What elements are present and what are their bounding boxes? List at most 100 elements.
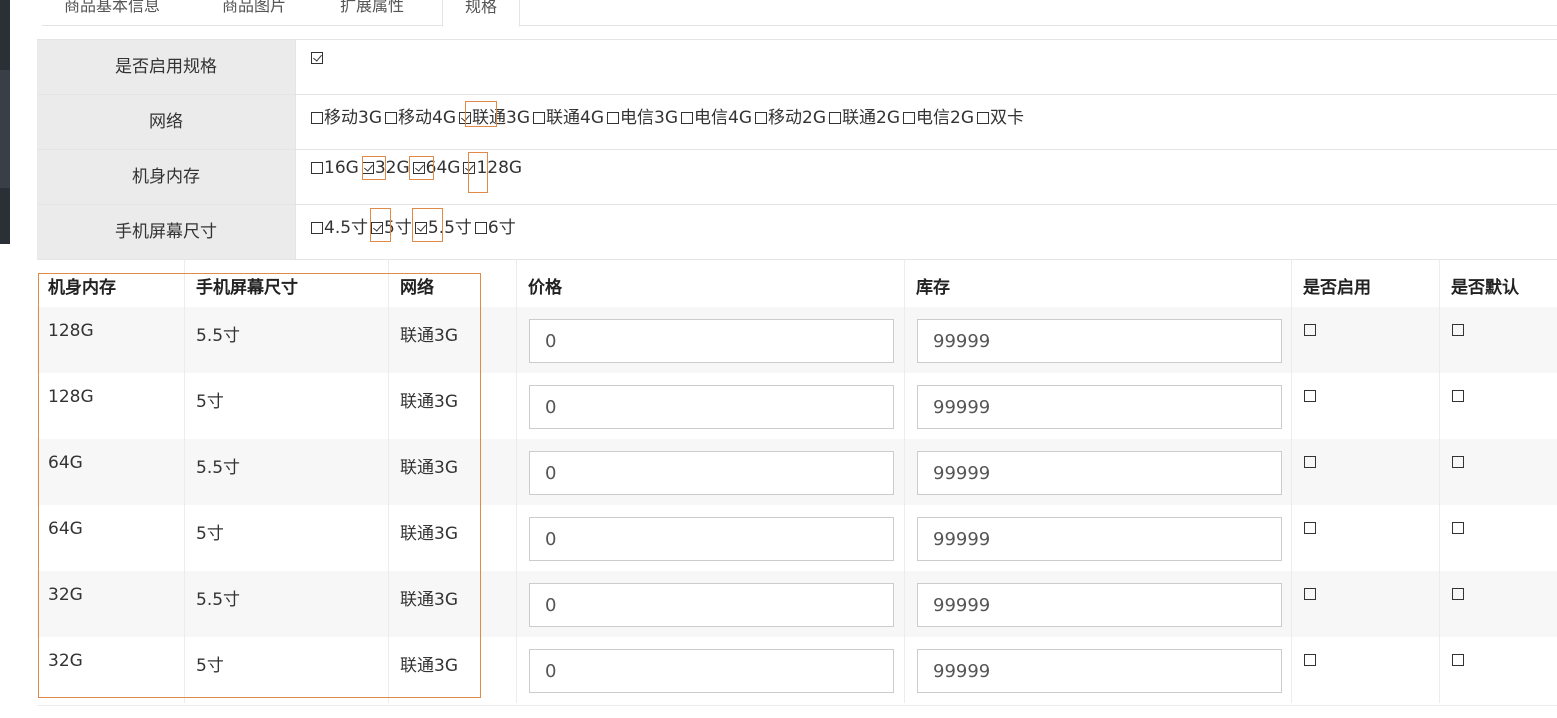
default-checkbox[interactable] [1452, 456, 1464, 468]
spec-option-label: 双卡 [990, 108, 1024, 128]
spec-option-checkbox[interactable] [474, 222, 487, 234]
stock-input[interactable] [917, 583, 1282, 627]
spec-option-label: 5寸 [384, 218, 412, 238]
spec-option[interactable]: 电信3G [607, 103, 678, 128]
spec-option-checkbox[interactable] [412, 162, 425, 174]
enabled-checkbox-cell [1292, 505, 1440, 571]
enabled-checkbox[interactable] [1304, 654, 1316, 666]
spec-option[interactable]: 移动4G [385, 103, 456, 128]
default-checkbox[interactable] [1452, 390, 1464, 402]
cell-network: 联通3G [389, 307, 517, 373]
spec-option[interactable]: 移动3G [311, 103, 382, 128]
price-input[interactable] [529, 451, 894, 495]
spec-option[interactable]: 联通3G [459, 103, 530, 128]
stock-input[interactable] [917, 385, 1282, 429]
tab-basic-info[interactable]: 商品基本信息 [42, 0, 182, 26]
tab-extended-attributes[interactable]: 扩展属性 [318, 0, 426, 26]
spec-option-checkbox[interactable] [385, 112, 397, 124]
spec-option[interactable]: 6寸 [474, 213, 516, 238]
spec-option-checkbox[interactable] [829, 112, 841, 124]
spec-option-checkbox[interactable] [681, 112, 693, 124]
spec-option[interactable]: 移动2G [755, 103, 826, 128]
spec-option-label: 电信2G [916, 108, 974, 128]
spec-row: 手机屏幕尺寸 4.5寸 5寸 5.5寸 6寸 [37, 205, 1557, 260]
spec-option[interactable]: 双卡 [977, 103, 1024, 128]
table-row: 32G 5.5寸 联通3G [37, 571, 1557, 637]
spec-option-checkbox[interactable] [311, 222, 323, 234]
spec-option-checkbox[interactable] [977, 112, 989, 124]
default-checkbox[interactable] [1452, 522, 1464, 534]
enabled-checkbox[interactable] [1304, 324, 1316, 336]
price-input[interactable] [529, 583, 894, 627]
price-input[interactable] [529, 385, 894, 429]
header-stock: 库存 [916, 278, 950, 298]
spec-option-checkbox[interactable] [903, 112, 915, 124]
spec-option[interactable]: 32G [361, 158, 410, 178]
spec-option-checkbox[interactable] [607, 112, 619, 124]
default-checkbox-cell [1440, 637, 1557, 703]
sku-table: 机身内存 手机屏幕尺寸 网络 价格 库存 是否启用 是否默认 128G 5.5寸联… [37, 259, 1557, 703]
spec-option-checkbox[interactable] [414, 222, 427, 234]
spec-option-checkbox[interactable] [311, 112, 323, 124]
enabled-checkbox[interactable] [1304, 456, 1316, 468]
spec-option[interactable]: 5寸 [371, 213, 412, 238]
price-input-cell [517, 439, 905, 505]
spec-row: 网络 移动3G 移动4G 联通3G 联通4G 电信3G 电信4G 移动2G 联通2G 电信2G 双卡 [37, 95, 1557, 150]
default-checkbox-cell [1440, 571, 1557, 637]
spec-option[interactable]: 5.5寸 [414, 213, 472, 238]
spec-option[interactable]: 128G [463, 158, 522, 178]
cell-network-text: 联通3G [400, 590, 458, 610]
table-row: 128G 5.5寸 联通3G [37, 307, 1557, 373]
default-checkbox[interactable] [1452, 654, 1464, 666]
enabled-checkbox-cell [1292, 439, 1440, 505]
spec-option[interactable]: 16G [311, 158, 359, 178]
spec-option-checkbox[interactable] [755, 112, 767, 124]
spec-option-checkbox[interactable] [459, 112, 471, 124]
spec-enable-row: 是否启用规格 [37, 40, 1557, 95]
price-input[interactable] [529, 649, 894, 693]
price-input[interactable] [529, 517, 894, 561]
spec-option-label: 联通2G [842, 108, 900, 128]
stock-input[interactable] [917, 517, 1282, 561]
enabled-checkbox[interactable] [1304, 522, 1316, 534]
stock-input[interactable] [917, 451, 1282, 495]
cell-memory: 64G [37, 505, 185, 571]
spec-option-checkbox[interactable] [533, 112, 545, 124]
table-row: 128G 5寸 联通3G [37, 373, 1557, 439]
cell-screen: 5寸 [185, 373, 389, 439]
spec-option[interactable]: 4.5寸 [311, 213, 368, 238]
spec-option-checkbox[interactable] [463, 162, 476, 174]
spec-row: 机身内存 16G 32G 64G 128G [37, 150, 1557, 205]
cell-network-text: 联通3G [400, 392, 458, 412]
spec-option-label: 移动2G [768, 108, 826, 128]
table-row: 64G 5寸 联通3G [37, 505, 1557, 571]
cell-memory-text: 32G [48, 585, 83, 605]
spec-option[interactable]: 电信4G [681, 103, 752, 128]
cell-memory: 128G [37, 373, 185, 439]
spec-option[interactable]: 电信2G [903, 103, 974, 128]
enabled-checkbox[interactable] [1304, 588, 1316, 600]
stock-input[interactable] [917, 319, 1282, 363]
enabled-checkbox[interactable] [1304, 390, 1316, 402]
spec-enable-checkbox[interactable] [311, 52, 323, 64]
stock-input[interactable] [917, 649, 1282, 693]
spec-option[interactable]: 64G [412, 158, 460, 178]
cell-screen: 5寸 [185, 637, 389, 703]
tab-images[interactable]: 商品图片 [200, 0, 308, 26]
spec-options: 16G 32G 64G 128G [311, 158, 525, 178]
default-checkbox[interactable] [1452, 324, 1464, 336]
cell-network: 联通3G [389, 373, 517, 439]
cell-screen: 5.5寸 [185, 439, 389, 505]
cell-network-text: 联通3G [400, 458, 458, 478]
cell-network: 联通3G [389, 637, 517, 703]
spec-option[interactable]: 联通2G [829, 103, 900, 128]
tab-specifications[interactable]: 规格 [442, 0, 520, 27]
spec-option[interactable]: 联通4G [533, 103, 604, 128]
price-input[interactable] [529, 319, 894, 363]
spec-option-checkbox[interactable] [371, 222, 384, 234]
enabled-checkbox-cell [1292, 571, 1440, 637]
default-checkbox[interactable] [1452, 588, 1464, 600]
spec-option-checkbox[interactable] [311, 162, 323, 174]
spec-option-checkbox[interactable] [361, 162, 374, 174]
cell-network: 联通3G [389, 439, 517, 505]
